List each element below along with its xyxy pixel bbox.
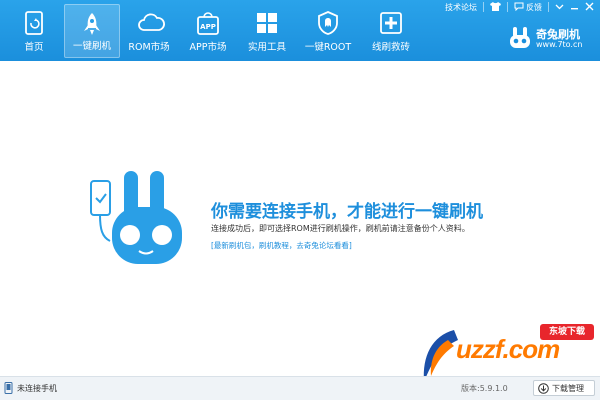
window-top-links: 技术论坛 反馈 (439, 0, 600, 14)
shield-icon (315, 10, 341, 36)
download-manager-button[interactable]: 下载管理 (533, 380, 595, 396)
skin-icon[interactable] (490, 1, 501, 13)
forum-link[interactable]: 技术论坛 (445, 2, 477, 13)
divider (507, 2, 508, 12)
download-icon (538, 383, 549, 396)
nav-one-click-root-label: 一键ROOT (304, 42, 352, 53)
divider (483, 2, 484, 12)
nav-line-flash-unbrick[interactable]: 线刷救砖 (363, 4, 419, 58)
phone-icon (90, 180, 111, 242)
nav-utilities-label: 实用工具 (247, 42, 286, 53)
home-icon (21, 10, 47, 36)
nav-app-market-label: APP市场 (189, 42, 227, 53)
nav-utilities[interactable]: 实用工具 (239, 4, 295, 58)
rocket-icon (79, 11, 105, 37)
rabbit-mascot (112, 171, 182, 264)
nav-one-click-flash-label: 一键刷机 (72, 41, 111, 52)
brand-logo: 奇兔刷机 www.7to.cn (508, 26, 590, 54)
cloud-icon (136, 10, 165, 36)
version-label: 版本:5.9.1.0 (461, 384, 508, 393)
rabbit-logo-icon (508, 26, 532, 54)
nav-one-click-root[interactable]: 一键ROOT (300, 4, 356, 58)
connect-headline: 你需要连接手机，才能进行一键刷机 (211, 202, 483, 222)
connect-phone-illustration (88, 169, 188, 274)
nav-rom-market[interactable]: ROM市场 (121, 4, 177, 58)
brand-url: www.7to.cn (536, 40, 583, 49)
feedback-icon (514, 2, 524, 13)
minimize-icon[interactable] (570, 2, 579, 13)
grid-icon (254, 10, 280, 36)
plus-box-icon (378, 10, 404, 36)
watermark-badge: 东坡下载 (540, 324, 594, 340)
nav-home-label: 首页 (24, 42, 44, 53)
nav-line-flash-unbrick-label: 线刷救砖 (371, 42, 410, 53)
nav-home[interactable]: 首页 (6, 4, 62, 58)
nav-app-market[interactable]: APP APP市场 (180, 4, 236, 58)
svg-text:APP: APP (200, 23, 216, 31)
forum-tutorial-link[interactable]: [最新刷机包，刷机教程，去奇兔论坛看看] (211, 240, 352, 251)
divider (548, 2, 549, 12)
top-toolbar: 首页 一键刷机 ROM市场 APP APP市场 实用工具 一键ROOT 线刷救砖… (0, 0, 600, 61)
shopping-bag-icon: APP (195, 10, 221, 36)
feedback-link[interactable]: 反馈 (526, 2, 542, 13)
status-bar: 未连接手机 版本:5.9.1.0 下载管理 (0, 376, 600, 400)
connection-status: 未连接手机 (17, 384, 57, 393)
phone-status-icon (4, 382, 13, 396)
nav-rom-market-label: ROM市场 (128, 42, 170, 53)
connect-description: 连接成功后，即可选择ROM进行刷机操作，刷机前请注意备份个人资料。 (211, 224, 470, 233)
nav-one-click-flash[interactable]: 一键刷机 (64, 4, 120, 58)
download-manager-label: 下载管理 (552, 384, 584, 393)
menu-dropdown-icon[interactable] (555, 2, 564, 13)
close-icon[interactable] (585, 2, 594, 13)
